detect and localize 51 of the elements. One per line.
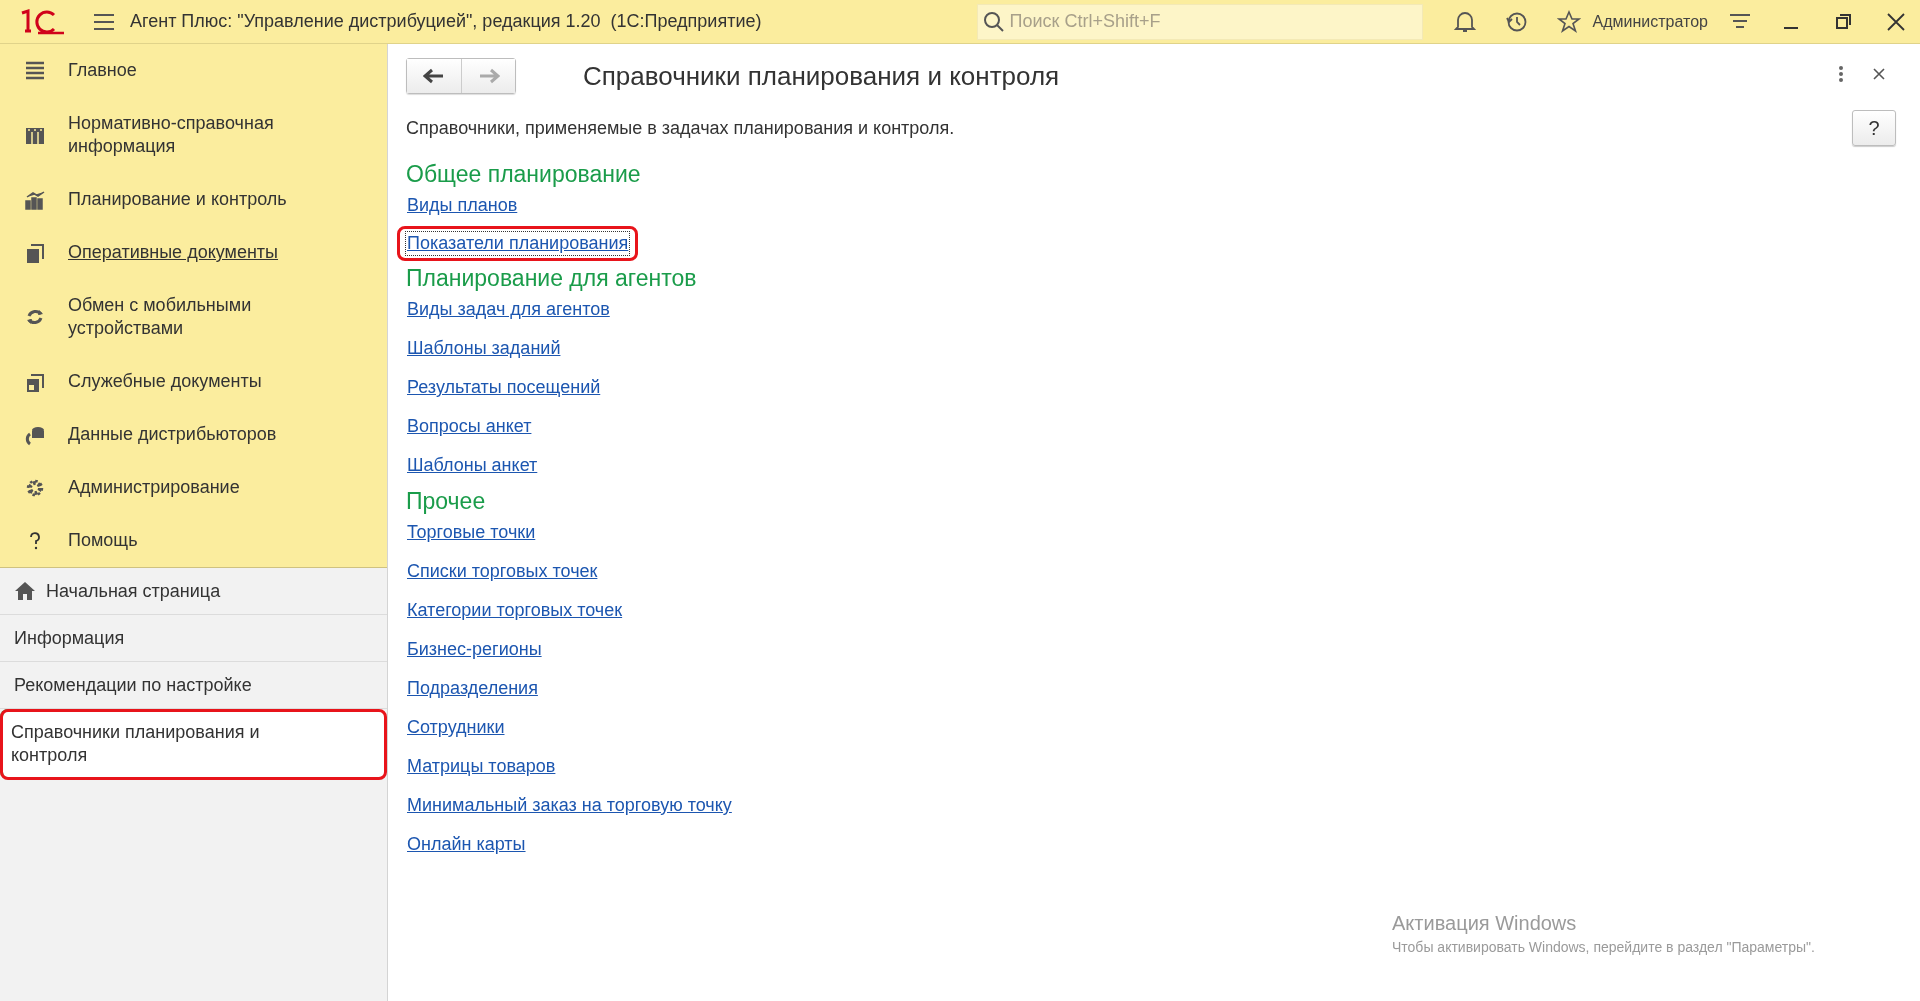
catalog-link[interactable]: Виды задач для агентов [406, 298, 611, 321]
user-name[interactable]: Администратор [1592, 12, 1708, 31]
menu-lines-icon [24, 59, 46, 82]
catalog-link[interactable]: Минимальный заказ на торговую точку [406, 794, 733, 817]
section-item[interactable]: Служебные документы [68, 370, 348, 393]
close-icon[interactable] [1872, 67, 1886, 81]
menu-icon[interactable] [92, 11, 116, 32]
section-item[interactable]: Данные дистрибьюторов [68, 423, 348, 446]
form-title: Справочники планирования и контроля [583, 60, 1060, 92]
catalog-link[interactable]: Шаблоны анкет [406, 454, 539, 477]
group-heading: Общее планирование [406, 160, 641, 189]
arrow-right-icon [477, 68, 500, 84]
window-title: Агент Плюс: "Управление дистрибуцией", редакция 1.20 (1С:Предприятие) [130, 11, 762, 32]
notifications-bell-icon[interactable] [1452, 9, 1477, 34]
activation-title: Активация Windows [1392, 912, 1578, 935]
catalog-link[interactable]: Сотрудники [406, 716, 506, 739]
catalog-link[interactable]: Виды планов [406, 194, 519, 217]
section-item[interactable]: Оперативные документы [68, 241, 348, 264]
activation-message: Чтобы активировать Windows, перейдите в раздел "Параметры". [1392, 939, 1815, 955]
catalog-link[interactable]: Показатели планирования [406, 232, 630, 255]
catalog-link[interactable]: Онлайн карты [406, 833, 527, 856]
catalog-link[interactable]: Списки торговых точек [406, 560, 599, 583]
catalog-link[interactable]: Категории торговых точек [406, 599, 624, 622]
open-page-tab[interactable]: Начальная страница [0, 568, 387, 615]
section-item[interactable]: Планирование и контроль [68, 188, 348, 211]
section-item[interactable]: Администрирование [68, 476, 348, 499]
group-heading: Прочее [406, 487, 486, 516]
section-item[interactable]: Главное [68, 59, 348, 82]
group-heading: Планирование для агентов [406, 264, 697, 293]
catalog-link[interactable]: Шаблоны заданий [406, 337, 562, 360]
catalog-link[interactable]: Результаты посещений [406, 376, 602, 399]
search-field[interactable]: Поиск Ctrl+Shift+F [976, 3, 1423, 40]
catalog-link[interactable]: Матрицы товаров [406, 755, 557, 778]
back-button[interactable] [407, 59, 461, 93]
arrow-left-icon [423, 68, 445, 84]
catalog-link[interactable]: Вопросы анкет [406, 415, 533, 438]
catalog-link[interactable]: Торговые точки [406, 521, 537, 544]
section-item[interactable]: Нормативно-справочная информация [68, 112, 348, 158]
open-page-tab[interactable]: Информация [0, 615, 387, 662]
favorites-star-icon[interactable] [1556, 9, 1581, 34]
more-icon[interactable] [1838, 65, 1844, 83]
form-description: Справочники, применяемые в задачах планирования и контроля. [406, 117, 955, 139]
open-page-tab[interactable]: Справочники планирования и контроля [0, 709, 387, 780]
catalog-link[interactable]: Подразделения [406, 677, 539, 700]
chart-icon [24, 188, 46, 211]
home-icon [14, 581, 36, 601]
section-item[interactable]: Помощь [68, 529, 348, 552]
catalog-link[interactable]: Бизнес-регионы [406, 638, 543, 661]
documents-icon [24, 241, 46, 264]
section-item[interactable]: Обмен с мобильными устройствами [68, 294, 348, 340]
help-button[interactable]: ? [1852, 110, 1896, 146]
